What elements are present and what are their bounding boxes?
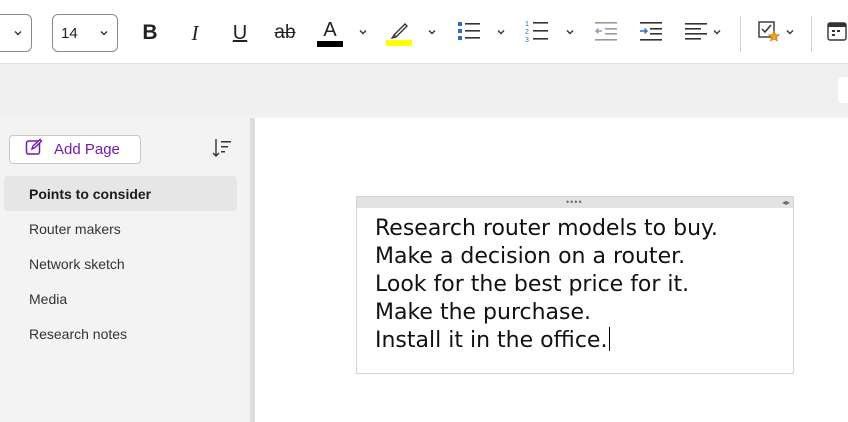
highlight-dropdown[interactable]	[425, 14, 439, 52]
underline-button[interactable]: U	[222, 14, 258, 52]
bullets-dropdown[interactable]	[494, 14, 508, 52]
chevron-down-icon	[99, 25, 109, 42]
font-color-icon: A	[317, 20, 343, 47]
decrease-indent-button[interactable]	[588, 14, 624, 52]
note-line[interactable]: Make the purchase.	[375, 299, 793, 327]
increase-indent-icon	[638, 19, 664, 48]
chevron-down-icon	[785, 24, 795, 42]
tag-dropdown[interactable]	[783, 14, 797, 52]
highlight-swatch	[386, 40, 412, 46]
strikethrough-button[interactable]: ab	[267, 14, 303, 52]
highlight-button[interactable]	[381, 14, 417, 52]
note-text-body[interactable]: Research router models to buy. Make a de…	[357, 208, 793, 355]
page-list: Points to consider Router makers Network…	[4, 176, 237, 351]
page-item-label: Points to consider	[29, 185, 152, 202]
chevron-down-icon	[13, 25, 23, 42]
resize-handle-icon[interactable]: ◂▸	[782, 197, 790, 208]
note-line[interactable]: Look for the best price for it.	[375, 271, 793, 299]
font-color-button[interactable]: A	[312, 14, 348, 52]
bullets-button[interactable]	[451, 14, 487, 52]
note-container-handle[interactable]: •••• ◂▸	[357, 197, 793, 208]
add-page-label: Add Page	[54, 141, 120, 158]
page-item-points-to-consider[interactable]: Points to consider	[4, 176, 237, 211]
page-item-label: Media	[29, 290, 68, 307]
page-item-router-makers[interactable]: Router makers	[4, 211, 237, 246]
font-color-letter: A	[323, 18, 337, 41]
numbering-dropdown[interactable]	[563, 14, 577, 52]
chevron-down-icon	[358, 24, 368, 42]
page-header-bar	[0, 65, 848, 115]
font-size-combobox[interactable]: 14	[52, 14, 118, 52]
chevron-down-icon	[712, 24, 722, 42]
bold-button[interactable]: B	[132, 14, 168, 52]
paragraph-alignment-button[interactable]	[678, 14, 714, 52]
svg-text:2: 2	[525, 29, 529, 36]
sort-pages-button[interactable]	[210, 138, 234, 162]
svg-text:3: 3	[525, 37, 529, 44]
page-item-media[interactable]: Media	[4, 281, 237, 316]
align-left-icon	[683, 19, 709, 48]
page-item-label: Router makers	[29, 220, 121, 237]
tag-checkbox-star-icon	[756, 18, 782, 49]
page-item-label: Research notes	[29, 325, 128, 342]
decrease-indent-icon	[593, 19, 619, 48]
tag-button[interactable]	[751, 14, 787, 52]
note-line-text: Install it in the office.	[375, 328, 608, 353]
chevron-down-icon	[565, 24, 575, 42]
note-last-line[interactable]: Install it in the office.	[375, 327, 793, 355]
font-name-combobox[interactable]	[0, 14, 32, 52]
note-line[interactable]: Research router models to buy.	[375, 215, 793, 243]
toolbar-separator	[811, 16, 812, 52]
numbered-list-icon: 1 2 3	[524, 18, 550, 49]
text-cursor	[609, 327, 611, 351]
alignment-dropdown[interactable]	[710, 14, 724, 52]
new-page-icon	[25, 138, 43, 161]
increase-indent-button[interactable]	[633, 14, 669, 52]
chevron-down-icon	[496, 24, 506, 42]
font-size-value: 14	[61, 24, 78, 42]
strikethrough-icon: ab	[274, 22, 296, 43]
drag-handle-icon: ••••	[566, 197, 583, 207]
highlighter-icon	[386, 20, 412, 46]
font-color-swatch	[317, 40, 343, 47]
svg-text:1: 1	[525, 21, 529, 28]
chevron-down-icon	[427, 24, 437, 42]
search-field[interactable]	[838, 77, 848, 103]
calendar-icon	[822, 19, 848, 48]
ribbon-toolbar: 14 B I U ab A 1 2 3	[0, 0, 848, 64]
page-item-research-notes[interactable]: Research notes	[4, 316, 237, 351]
bold-icon: B	[142, 21, 158, 44]
toolbar-separator	[740, 16, 741, 52]
bullet-list-icon	[456, 19, 482, 48]
sort-icon	[211, 137, 233, 164]
note-container[interactable]: •••• ◂▸ Research router models to buy. M…	[356, 196, 794, 374]
add-page-button[interactable]: Add Page	[9, 135, 141, 164]
font-color-dropdown[interactable]	[356, 14, 370, 52]
page-item-label: Network sketch	[29, 255, 125, 272]
italic-icon: I	[191, 20, 199, 45]
page-item-network-sketch[interactable]: Network sketch	[4, 246, 237, 281]
underline-icon: U	[232, 21, 248, 44]
meeting-details-button[interactable]	[822, 14, 848, 52]
note-line[interactable]: Make a decision on a router.	[375, 243, 793, 271]
italic-button[interactable]: I	[177, 14, 213, 52]
numbering-button[interactable]: 1 2 3	[519, 14, 555, 52]
